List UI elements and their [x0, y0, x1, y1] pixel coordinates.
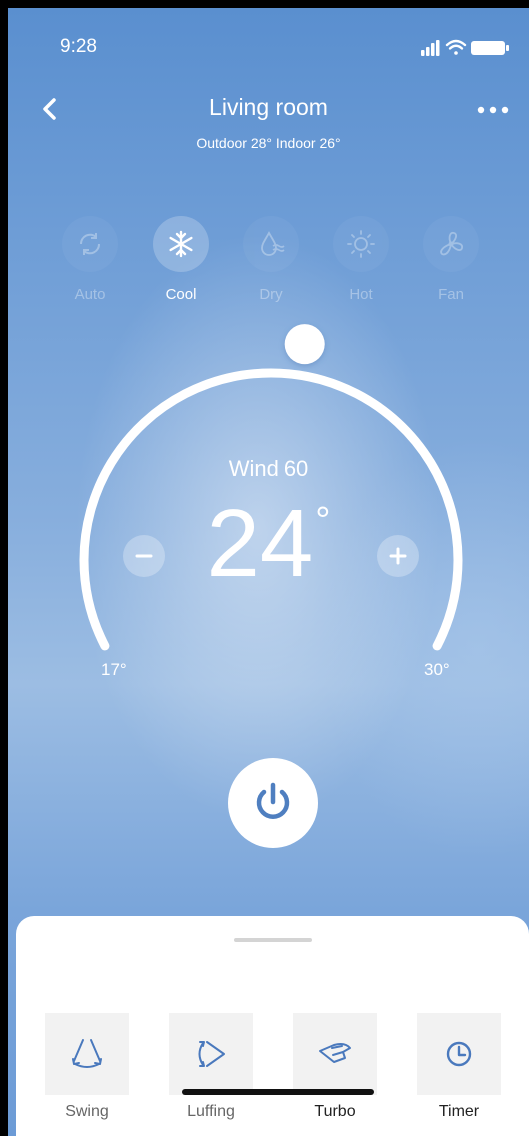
- increase-button[interactable]: [377, 535, 419, 577]
- plus-icon: [389, 547, 407, 565]
- decrease-button[interactable]: [123, 535, 165, 577]
- power-icon: [256, 782, 290, 819]
- feature-turbo[interactable]: Turbo: [293, 1013, 377, 1121]
- min-temperature-label: 17°: [101, 660, 127, 679]
- timer-label: Timer: [438, 1103, 480, 1120]
- turbo-icon: [319, 1043, 351, 1063]
- left-frame-edge: [0, 0, 8, 1136]
- temperature-display: 24°: [8, 496, 529, 592]
- home-indicator[interactable]: [182, 1089, 374, 1095]
- sheet-handle[interactable]: [234, 938, 312, 942]
- luffing-icon: [198, 1041, 225, 1067]
- luffing-label: Luffing: [187, 1103, 235, 1120]
- luffing-button[interactable]: [169, 1013, 253, 1095]
- turbo-label: Turbo: [314, 1103, 356, 1120]
- feature-timer[interactable]: Timer: [417, 1013, 501, 1121]
- feature-luffing[interactable]: Luffing: [169, 1013, 253, 1121]
- swing-icon: [72, 1039, 102, 1068]
- wind-value: 60: [283, 456, 309, 481]
- degree-symbol: °: [315, 500, 331, 542]
- power-button[interactable]: [228, 758, 318, 848]
- app-screen: 9:28 Living room Outdoor 28° Indoor 26°: [8, 8, 529, 1136]
- max-temperature-label: 30°: [424, 660, 450, 679]
- wind-label: Wind: [228, 456, 279, 481]
- timer-button[interactable]: [417, 1013, 501, 1095]
- clock-icon: [446, 1041, 472, 1067]
- turbo-button[interactable]: [293, 1013, 377, 1095]
- feature-swing[interactable]: Swing: [45, 1013, 129, 1121]
- temperature-value: 24: [206, 490, 314, 597]
- wind-speed: Wind 60: [8, 456, 529, 482]
- phone-frame: 9:28 Living room Outdoor 28° Indoor 26°: [0, 0, 529, 1136]
- minus-icon: [135, 554, 153, 558]
- swing-label: Swing: [65, 1103, 109, 1120]
- swing-button[interactable]: [45, 1013, 129, 1095]
- temperature-knob[interactable]: [284, 324, 325, 365]
